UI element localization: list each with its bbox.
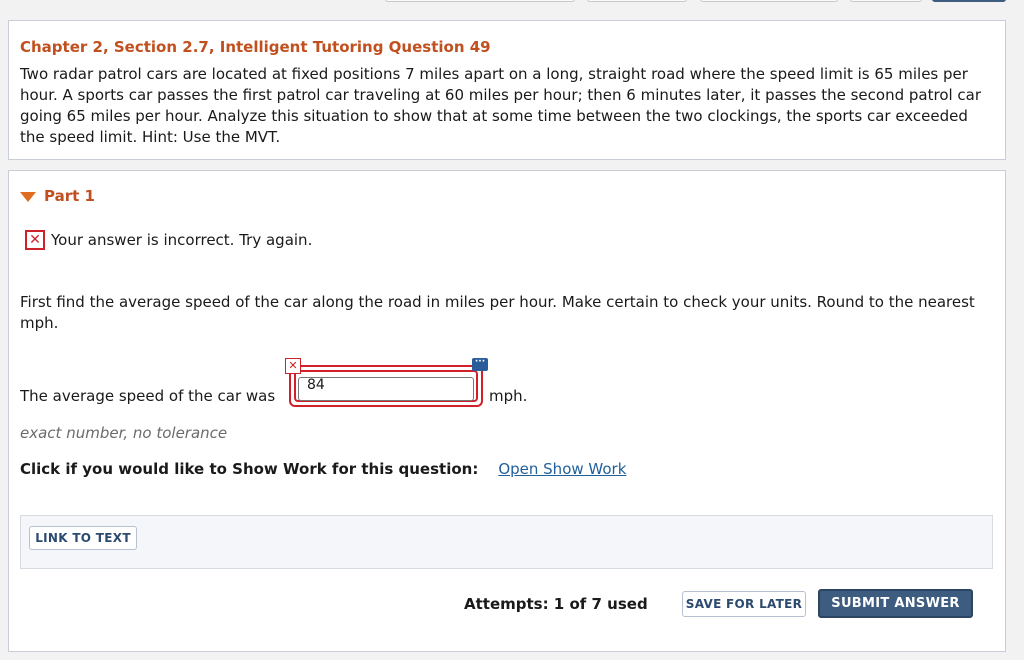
part-card: Part 1 ✕ Your answer is incorrect. Try a… <box>8 170 1006 652</box>
tolerance-note: exact number, no tolerance <box>20 424 228 442</box>
question-text: Two radar patrol cars are located at fix… <box>20 65 982 146</box>
top-tab-strip <box>0 0 1024 8</box>
top-tab[interactable] <box>700 0 838 2</box>
answer-field-wrapper <box>289 365 483 407</box>
resources-panel: LINK TO TEXT <box>20 515 993 569</box>
field-error-icon: ✕ <box>285 358 301 374</box>
instruction-text: First find the average speed of the car … <box>20 293 975 332</box>
answer-unit: mph. <box>489 387 528 405</box>
feedback-text: Your answer is incorrect. Try again. <box>51 231 313 249</box>
submit-answer-button[interactable]: SUBMIT ANSWER <box>818 589 973 618</box>
answer-prefix: The average speed of the car was <box>20 387 276 405</box>
question-card: Chapter 2, Section 2.7, Intelligent Tuto… <box>8 20 1006 160</box>
open-show-work-link[interactable]: Open Show Work <box>498 460 626 478</box>
field-menu-icon[interactable]: ··· <box>472 358 488 371</box>
collapse-triangle-icon[interactable] <box>20 192 36 202</box>
x-error-icon: ✕ <box>25 230 45 250</box>
question-title: Chapter 2, Section 2.7, Intelligent Tuto… <box>20 38 491 56</box>
top-tab-active[interactable] <box>932 0 1006 2</box>
answer-row: The average speed of the car was ✕ ··· m… <box>20 358 720 411</box>
show-work-label: Click if you would like to Show Work for… <box>20 460 479 478</box>
top-tab[interactable] <box>587 0 687 2</box>
top-tab[interactable] <box>385 0 575 2</box>
attempts-counter: Attempts: 1 of 7 used <box>464 595 648 613</box>
top-tab[interactable] <box>850 0 922 2</box>
show-work-row: Click if you would like to Show Work for… <box>20 460 626 478</box>
feedback-message: ✕ Your answer is incorrect. Try again. <box>25 230 312 250</box>
part-header[interactable]: Part 1 <box>20 187 95 205</box>
answer-input[interactable] <box>298 377 474 401</box>
answer-field-inner <box>294 370 478 402</box>
part-label: Part 1 <box>44 187 95 205</box>
link-to-text-button[interactable]: LINK TO TEXT <box>29 526 137 550</box>
page-scrollbar[interactable] <box>1016 0 1024 660</box>
save-for-later-button[interactable]: SAVE FOR LATER <box>682 591 806 617</box>
